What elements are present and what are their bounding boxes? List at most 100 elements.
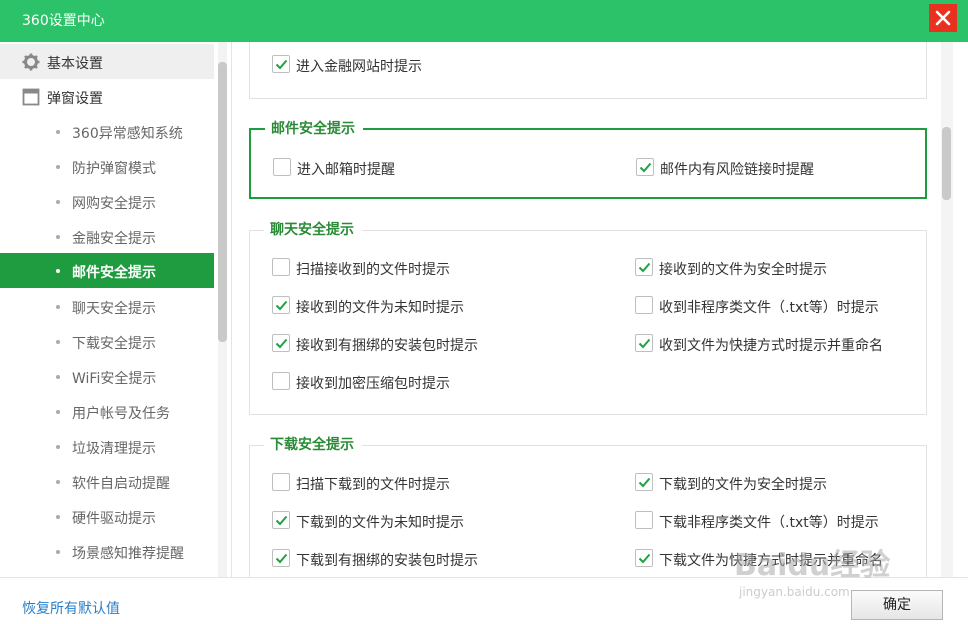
sidebar-item-account[interactable]: 用户帐号及任务: [0, 394, 214, 429]
section-title: 聊天安全提示: [264, 222, 362, 238]
sidebar-scrollbar-thumb[interactable]: [218, 62, 227, 342]
bullet-icon: [56, 550, 60, 554]
checkbox[interactable]: [272, 258, 290, 276]
window-icon: [22, 88, 40, 106]
sidebar-item-label: 聊天安全提示: [72, 301, 156, 317]
sidebar-item-autostart[interactable]: 软件自启动提醒: [0, 464, 214, 499]
option-label: 接收到有捆绑的安装包时提示: [296, 338, 478, 354]
close-icon: [935, 10, 951, 26]
sidebar-item-mail[interactable]: 邮件安全提示: [0, 253, 214, 288]
main-scrollbar-thumb[interactable]: [942, 127, 951, 200]
option-label: 邮件内有风险链接时提醒: [660, 162, 814, 178]
section-title: 下载安全提示: [264, 437, 362, 453]
checkbox[interactable]: [272, 372, 290, 390]
sidebar-item-label: 场景感知推荐提醒: [72, 546, 184, 562]
option-label: 接收到加密压缩包时提示: [296, 376, 450, 392]
sidebar-item-label: 金融安全提示: [72, 231, 156, 247]
bullet-icon: [56, 445, 60, 449]
option-label: 扫描下载到的文件时提示: [296, 477, 450, 493]
restore-defaults-link[interactable]: 恢复所有默认值: [22, 598, 120, 618]
checkbox[interactable]: [635, 473, 653, 491]
checkbox[interactable]: [272, 473, 290, 491]
sidebar-item-label: 软件自启动提醒: [72, 476, 170, 492]
option-label: 下载到的文件为安全时提示: [659, 477, 827, 493]
sidebar-item-shopping[interactable]: 网购安全提示: [0, 184, 214, 219]
sidebar-item-label: 360异常感知系统: [72, 126, 183, 142]
sidebar-item-label: 邮件安全提示: [72, 265, 156, 281]
option-label: 扫描接收到的文件时提示: [296, 262, 450, 278]
section-chat: 聊天安全提示 扫描接收到的文件时提示 接收到的文件为安全时提示 接收到的文件为未…: [249, 222, 927, 415]
sidebar-item-label: 用户帐号及任务: [72, 406, 170, 422]
section-mail: 邮件安全提示 进入邮箱时提醒 邮件内有风险链接时提醒: [249, 121, 927, 199]
settings-panel: 进入金融网站时提示 邮件安全提示 进入邮箱时提醒 邮件内有风险链接时提醒 聊天安…: [233, 42, 968, 577]
option-label: 接收到的文件为安全时提示: [659, 262, 827, 278]
sidebar-item-anomaly[interactable]: 360异常感知系统: [0, 114, 214, 149]
checkbox[interactable]: [636, 158, 654, 176]
bullet-icon: [56, 375, 60, 379]
checkbox[interactable]: [272, 511, 290, 529]
sidebar-item-popup-mode[interactable]: 防护弹窗模式: [0, 149, 214, 184]
checkbox[interactable]: [273, 158, 291, 176]
option-label: 收到非程序类文件（.txt等）时提示: [659, 300, 879, 316]
checkbox[interactable]: [635, 258, 653, 276]
main-scrollbar-track[interactable]: [941, 42, 953, 577]
bullet-icon: [56, 269, 60, 273]
checkbox[interactable]: [635, 296, 653, 314]
option-label: 收到文件为快捷方式时提示并重命名: [659, 338, 883, 354]
bullet-icon: [56, 130, 60, 134]
option-label: 进入金融网站时提示: [296, 59, 422, 75]
sidebar-item-label: 硬件驱动提示: [72, 511, 156, 527]
option-label: 下载非程序类文件（.txt等）时提示: [659, 515, 879, 531]
option-label: 接收到的文件为未知时提示: [296, 300, 464, 316]
check-icon: [639, 162, 652, 173]
bullet-icon: [56, 305, 60, 309]
check-icon: [275, 553, 288, 564]
sidebar: 基本设置 弹窗设置 360异常感知系统 防护弹窗模式 网购安全提示 金融安全提示…: [0, 42, 232, 577]
checkbox[interactable]: [635, 334, 653, 352]
checkbox[interactable]: [272, 334, 290, 352]
bullet-icon: [56, 515, 60, 519]
check-icon: [275, 300, 288, 311]
bullet-icon: [56, 340, 60, 344]
sidebar-item-scene[interactable]: 场景感知推荐提醒: [0, 534, 214, 569]
sidebar-item-cleanup[interactable]: 垃圾清理提示: [0, 429, 214, 464]
check-icon: [275, 59, 288, 70]
check-icon: [638, 553, 651, 564]
check-icon: [275, 338, 288, 349]
gear-icon: [22, 53, 40, 71]
sidebar-item-label: 下载安全提示: [72, 336, 156, 352]
sidebar-group-label: 弹窗设置: [47, 91, 103, 107]
watermark: Baidu经验: [734, 548, 891, 583]
sidebar-item-download[interactable]: 下载安全提示: [0, 324, 214, 359]
checkbox[interactable]: [635, 511, 653, 529]
close-button[interactable]: [929, 4, 957, 32]
check-icon: [638, 477, 651, 488]
sidebar-item-label: 垃圾清理提示: [72, 441, 156, 457]
section-finance: 进入金融网站时提示: [249, 42, 927, 99]
sidebar-group-basic[interactable]: 基本设置: [0, 44, 214, 79]
sidebar-item-driver[interactable]: 硬件驱动提示: [0, 499, 214, 534]
ok-button[interactable]: 确定: [851, 590, 943, 620]
sidebar-item-label: WiFi安全提示: [72, 371, 157, 387]
checkbox[interactable]: [272, 55, 290, 73]
sidebar-item-chat[interactable]: 聊天安全提示: [0, 289, 214, 324]
checkbox[interactable]: [272, 296, 290, 314]
checkbox[interactable]: [272, 549, 290, 567]
option-label: 进入邮箱时提醒: [297, 162, 395, 178]
sidebar-item-label: 网购安全提示: [72, 196, 156, 212]
watermark-url: jingyan.baidu.com: [739, 585, 850, 599]
sidebar-item-finance[interactable]: 金融安全提示: [0, 219, 214, 254]
window-title: 360设置中心: [22, 13, 105, 29]
check-icon: [638, 338, 651, 349]
sidebar-item-wifi[interactable]: WiFi安全提示: [0, 359, 214, 394]
check-icon: [638, 262, 651, 273]
section-title: 邮件安全提示: [265, 121, 363, 137]
checkbox[interactable]: [635, 549, 653, 567]
bullet-icon: [56, 200, 60, 204]
bullet-icon: [56, 480, 60, 484]
sidebar-group-popup[interactable]: 弹窗设置: [0, 79, 214, 114]
title-bar: 360设置中心: [0, 0, 968, 42]
sidebar-item-label: 防护弹窗模式: [72, 161, 156, 177]
check-icon: [275, 515, 288, 526]
option-label: 下载到有捆绑的安装包时提示: [296, 553, 478, 569]
